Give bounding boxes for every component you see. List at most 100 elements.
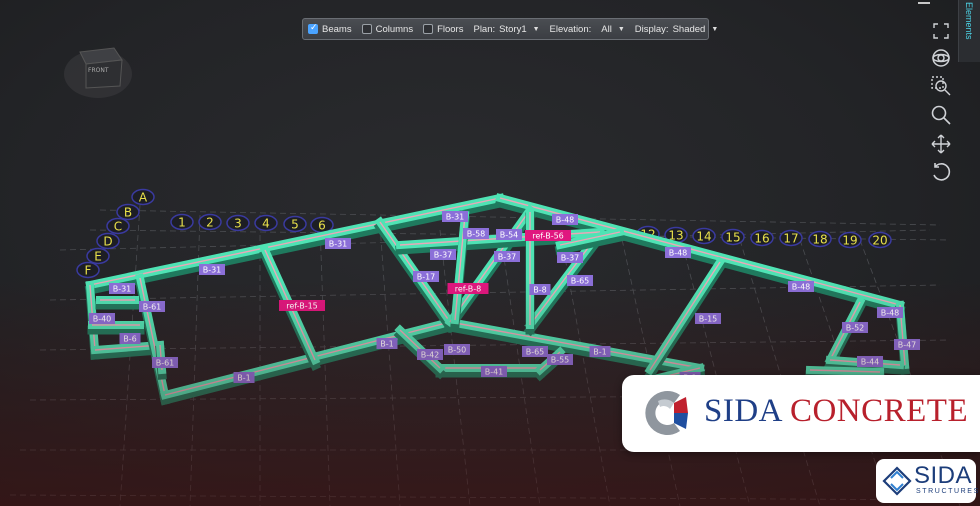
beam-tag-label: B-6 xyxy=(123,335,136,344)
beam-tag[interactable]: B-65 xyxy=(567,275,593,286)
minimize-icon[interactable] xyxy=(918,2,930,4)
beam-tag[interactable]: B-48 xyxy=(552,214,578,225)
grid-bubble-label: 5 xyxy=(291,218,299,232)
elements-panel-tab[interactable]: Elements xyxy=(958,0,980,62)
pan-icon[interactable] xyxy=(928,131,954,157)
display-dropdown[interactable]: Display: Shaded ▼ xyxy=(630,19,724,39)
beam-tag[interactable]: B-58 xyxy=(463,228,489,239)
grid-bubble: B xyxy=(116,203,140,221)
beam-tag[interactable]: B-48 xyxy=(877,307,903,318)
grid-bubble: 15 xyxy=(721,228,745,246)
grid-bubble: D xyxy=(96,232,120,250)
columns-checkbox[interactable] xyxy=(361,24,372,34)
sida-structures-badge: SIDA STRUCTURES xyxy=(876,459,978,503)
view-cube[interactable]: FRONT xyxy=(64,47,132,98)
undo-view-icon[interactable] xyxy=(928,159,954,185)
beam-tag-label: B-17 xyxy=(417,273,436,282)
beams-toggle[interactable]: Beams xyxy=(303,19,357,39)
beam-tag[interactable]: B-44 xyxy=(857,356,883,367)
beams-checkbox[interactable] xyxy=(308,22,318,34)
elevation-dropdown[interactable]: Elevation: All ▼ xyxy=(545,19,630,39)
beam-tag-label: B-48 xyxy=(669,249,688,258)
floors-label: Floors xyxy=(437,23,464,35)
grid-bubble-label: 15 xyxy=(725,231,740,245)
beam-tag[interactable]: B-37 xyxy=(430,249,456,260)
ref-tag[interactable]: ref-B-15 xyxy=(279,300,325,311)
grid-bubble-label: 18 xyxy=(812,233,827,247)
brand-title: SIDA CONCRETE xyxy=(704,393,968,430)
beam-tag[interactable]: B-6 xyxy=(119,333,141,344)
beam-tag-label: B-65 xyxy=(571,277,590,286)
beam[interactable] xyxy=(134,273,171,406)
grid-bubble: 17 xyxy=(779,229,803,247)
grid-bubble-label: D xyxy=(103,235,112,249)
elevation-value: All xyxy=(601,23,612,35)
plan-dropdown[interactable]: Plan: Story1 ▼ xyxy=(468,19,544,39)
display-value: Shaded xyxy=(672,23,706,35)
beam-tag[interactable]: B-37 xyxy=(557,252,583,263)
beam-tag[interactable]: B-48 xyxy=(788,281,814,292)
fit-view-icon[interactable] xyxy=(928,18,954,44)
floors-toggle[interactable]: Floors xyxy=(418,19,468,39)
ref-tag[interactable]: ref-B-56 xyxy=(525,230,571,241)
zoom-window-icon[interactable] xyxy=(928,73,954,99)
ref-tag[interactable]: ref-B-8 xyxy=(447,283,489,294)
beam[interactable] xyxy=(823,296,867,372)
beam-tag[interactable]: B-61 xyxy=(152,357,178,368)
sida-structures-logo xyxy=(882,466,912,496)
grid-bubble-label: 19 xyxy=(842,234,857,248)
beam-tag[interactable]: B-31 xyxy=(199,264,225,275)
beam-tag-label: B-31 xyxy=(113,285,132,294)
beam-tag[interactable]: B-1 xyxy=(589,346,611,357)
chevron-down-icon: ▼ xyxy=(711,25,719,33)
badge-name: SIDA xyxy=(914,462,973,489)
grid-bubble-label: 14 xyxy=(696,230,711,244)
brand-word-2: CONCRETE xyxy=(789,393,969,429)
beam-tag[interactable]: B-1 xyxy=(376,338,398,349)
beam-tag-label: B-37 xyxy=(561,254,580,263)
grid-bubble-label: 2 xyxy=(206,216,214,230)
beam-tag-label: B-37 xyxy=(498,253,517,262)
orbit-icon[interactable] xyxy=(928,45,954,71)
beam[interactable] xyxy=(87,321,145,335)
beam-tag[interactable]: B-15 xyxy=(695,313,721,324)
beam-tag-label: B-50 xyxy=(448,346,467,355)
beam[interactable] xyxy=(95,296,140,310)
beam-tag[interactable]: B-8 xyxy=(529,284,551,295)
beam-tag[interactable]: B-40 xyxy=(89,313,115,324)
beam-tag[interactable]: B-42 xyxy=(417,349,443,360)
beam-tag[interactable]: B-52 xyxy=(842,322,868,333)
grid-bubble: 1 xyxy=(170,213,194,231)
grid-bubble-label: B xyxy=(124,206,132,220)
beam-tag-label: B-40 xyxy=(93,315,112,324)
beam-tag-label: B-48 xyxy=(556,216,575,225)
grid-bubble-label: 6 xyxy=(318,219,326,233)
beam-tag[interactable]: B-1 xyxy=(233,372,255,383)
grid-bubble: E xyxy=(86,247,110,265)
zoom-icon[interactable] xyxy=(928,102,954,128)
beam-tag-label: B-65 xyxy=(526,348,545,357)
beam-tag[interactable]: B-55 xyxy=(547,354,573,365)
beam-tag[interactable]: B-54 xyxy=(496,229,522,240)
beam-tag[interactable]: B-31 xyxy=(325,238,351,249)
beam-tag[interactable]: B-65 xyxy=(522,346,548,357)
beam-tag[interactable]: B-17 xyxy=(413,271,439,282)
beam-tag[interactable]: B-37 xyxy=(494,251,520,262)
floors-checkbox[interactable] xyxy=(423,24,434,34)
beam-tag-label: B-61 xyxy=(143,303,162,312)
view-toolbar: Beams Columns Floors Plan: Story1 ▼ Elev… xyxy=(302,18,718,40)
beam-tag[interactable]: B-31 xyxy=(109,283,135,294)
beam-tag[interactable]: B-50 xyxy=(444,344,470,355)
beam-tag[interactable]: B-31 xyxy=(442,211,468,222)
grid-bubble-label: 1 xyxy=(178,216,186,230)
beam-tag-label: B-52 xyxy=(846,324,865,333)
columns-toggle[interactable]: Columns xyxy=(357,19,419,39)
beam-tag-label: B-58 xyxy=(467,230,486,239)
beam-tag[interactable]: B-61 xyxy=(139,301,165,312)
grid-line xyxy=(39,339,951,351)
grid-bubble: A xyxy=(131,188,155,206)
beam-tag[interactable]: B-47 xyxy=(894,339,920,350)
grid-line xyxy=(9,494,976,501)
beam-tag[interactable]: B-48 xyxy=(665,247,691,258)
beam-tag[interactable]: B-41 xyxy=(481,366,507,377)
